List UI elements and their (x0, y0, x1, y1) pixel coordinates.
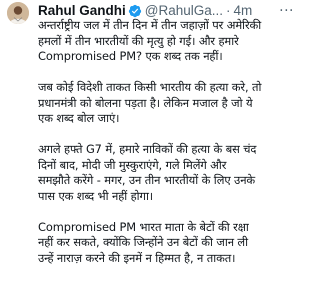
tweet-paragraph-1: अन्तर्राष्ट्रीय जल में तीन दिन में तीन ज… (38, 18, 300, 65)
tweet-line: उन्हें नाराज़ करने की इनमें न हिम्मत है,… (38, 250, 236, 265)
avatar-image (7, 2, 29, 24)
separator-dot: · (226, 3, 231, 18)
tweet-line: एक शब्द बोल जाएं। (38, 111, 120, 125)
author-name[interactable]: Rahul Gandhi (38, 3, 126, 19)
tweet-line: Compromised PM? एक शब्द तक नहीं। (38, 49, 223, 63)
tweet-line: दिनों बाद, मोदी जी मुस्कुराएंगे, गले मिल… (38, 157, 227, 172)
tweet-line: नहीं कर सकते, क्योंकि जिन्होंने उन बेटों… (38, 235, 249, 249)
tweet-line: अन्तर्राष्ट्रीय जल में तीन दिन में तीन ज… (38, 18, 262, 32)
tweet-line: Compromised PM भारत माता के बेटों की रक्… (38, 219, 249, 234)
tweet-line: पास एक शब्द भी नहीं होगा। (38, 188, 154, 203)
tweet-line: प्रधानमंत्री को बोलना पड़ता है। लेकिन मज… (38, 95, 253, 110)
tweet-line: जब कोई विदेशी ताकत किसी भारतीय की हत्या … (38, 80, 262, 94)
more-options-icon[interactable]: ··· (279, 3, 294, 19)
verified-badge-icon (128, 4, 142, 18)
tweet-paragraph-2: जब कोई विदेशी ताकत किसी भारतीय की हत्या … (38, 80, 300, 127)
tweet-line: अगले हफ्ते G7 में, हमारे नाविकों की हत्य… (38, 142, 257, 156)
tweet-header: Rahul Gandhi @RahulGa... · 4m ··· (38, 3, 294, 19)
profile-avatar[interactable] (7, 2, 29, 24)
tweet-line: समझौते करेंगे - मगर, उन तीन भारतीयों के … (38, 173, 256, 187)
tweet-line: हमलों में तीन भारतीयों की मृत्यु हो गई। … (38, 33, 239, 48)
tweet-paragraph-4: Compromised PM भारत माता के बेटों की रक्… (38, 220, 300, 267)
tweet-paragraph-3: अगले हफ्ते G7 में, हमारे नाविकों की हत्य… (38, 142, 300, 204)
author-handle[interactable]: @RahulGa... (145, 3, 223, 19)
tweet-text: अन्तर्राष्ट्रीय जल में तीन दिन में तीन ज… (38, 18, 300, 266)
timestamp[interactable]: 4m (234, 3, 253, 19)
